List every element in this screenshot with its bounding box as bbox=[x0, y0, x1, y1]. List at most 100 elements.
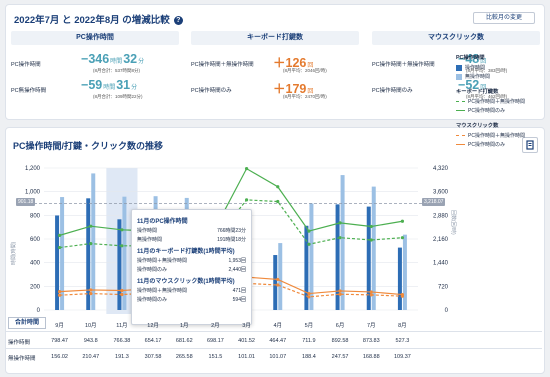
right-tick-label: 1,440 bbox=[433, 261, 449, 267]
series-point bbox=[307, 242, 311, 246]
legend-item[interactable]: 無操作時間 bbox=[456, 73, 536, 80]
left-tick-label: 1,000 bbox=[25, 190, 41, 196]
table-cell: 654.17 bbox=[144, 338, 162, 344]
table-divider bbox=[6, 331, 542, 332]
legend-group-title: マウスクリック数 bbox=[456, 123, 499, 129]
table-cell: 101.07 bbox=[269, 354, 287, 360]
legend-swatch bbox=[456, 101, 465, 102]
table-cell: 711.9 bbox=[302, 338, 316, 344]
total-time-tab[interactable]: 合計時間 bbox=[8, 317, 46, 329]
category-label: 7月 bbox=[366, 323, 376, 329]
tooltip-key: 操作時間＋無操作時間 bbox=[137, 258, 188, 264]
left-axis-title: 時間(時間) bbox=[11, 241, 17, 265]
bar-operation-time bbox=[397, 247, 402, 310]
series-point bbox=[369, 290, 373, 294]
table-cell: 265.58 bbox=[175, 354, 193, 360]
series-point bbox=[400, 219, 405, 223]
tooltip-value: 471回 bbox=[232, 288, 246, 294]
legend-item[interactable]: PC操作時間＋無操作時間 bbox=[456, 132, 536, 139]
series-point bbox=[338, 221, 342, 225]
table-cell: 892.58 bbox=[331, 338, 349, 344]
series-point bbox=[120, 292, 124, 297]
left-tick-label: 800 bbox=[30, 213, 41, 219]
series-point bbox=[276, 283, 280, 287]
category-label: 1月 bbox=[179, 323, 189, 329]
tooltip-value: 2,440回 bbox=[228, 267, 246, 273]
table-cell: 943.8 bbox=[83, 338, 98, 344]
series-point bbox=[57, 289, 62, 294]
tooltip-key: 操作時間のみ bbox=[137, 297, 168, 303]
tooltip-row: 操作時間＋無操作時間 1,953回 bbox=[137, 257, 246, 264]
right-tick-label: 0 bbox=[445, 308, 449, 314]
table-row-label: 操作時間 bbox=[8, 340, 31, 346]
left-tick-label: 0 bbox=[37, 308, 41, 314]
series-point bbox=[89, 242, 93, 246]
legend-swatch bbox=[456, 135, 465, 136]
legend-item[interactable]: PC操作時間のみ bbox=[456, 141, 536, 148]
legend-label: 無操作時間 bbox=[465, 74, 491, 80]
tooltip-value: 594回 bbox=[232, 297, 246, 303]
legend-item[interactable]: PC操作時間のみ bbox=[456, 107, 536, 114]
series-point bbox=[276, 277, 280, 282]
left-tick-label: 600 bbox=[30, 237, 41, 243]
series-point bbox=[244, 167, 249, 171]
category-label: 8月 bbox=[398, 323, 407, 329]
series-point bbox=[89, 224, 93, 228]
series-point bbox=[89, 291, 93, 296]
right-tick-label: 2,880 bbox=[433, 213, 449, 219]
table-cell: 210.47 bbox=[82, 354, 100, 360]
tooltip-value: 191時間18分 bbox=[217, 237, 246, 243]
tooltip-heading: 11月のキーボード打鍵数(1時間平均) bbox=[137, 249, 235, 255]
tooltip-value: 1,953回 bbox=[228, 258, 246, 264]
table-cell: 188.4 bbox=[302, 354, 316, 360]
category-label: 11月 bbox=[116, 323, 128, 329]
series-point bbox=[400, 236, 405, 240]
series-point bbox=[57, 233, 62, 237]
table-cell: 401.52 bbox=[238, 338, 255, 344]
bar-idle-time bbox=[122, 196, 127, 310]
table-cell: 168.88 bbox=[362, 354, 380, 360]
series-point bbox=[400, 292, 405, 297]
right-tick-label: 3,600 bbox=[433, 190, 449, 196]
category-label: 6月 bbox=[335, 323, 345, 329]
series-point bbox=[244, 198, 249, 202]
tooltip-heading: 11月のマウスクリック数(1時間平均) bbox=[137, 279, 235, 285]
series-point bbox=[338, 289, 342, 293]
legend-label: PC操作時間のみ bbox=[468, 142, 505, 148]
tooltip-row: 無操作時間 191時間18分 bbox=[137, 236, 246, 243]
left-tick-label: 400 bbox=[30, 261, 41, 267]
category-label: 10月 bbox=[84, 323, 97, 329]
legend-item[interactable]: PC操作時間＋無操作時間 bbox=[456, 98, 536, 105]
category-label: 9月 bbox=[55, 323, 64, 329]
tooltip-row: 操作時間 766時間23分 bbox=[137, 227, 246, 234]
tooltip: 11月のPC操作時間操作時間 766時間23分 無操作時間 191時間18分 11月のキ… bbox=[131, 209, 252, 325]
series-point bbox=[307, 229, 311, 233]
series-point bbox=[120, 244, 124, 248]
series-point bbox=[89, 288, 93, 292]
table-cell: 798.47 bbox=[51, 338, 68, 344]
series-point bbox=[57, 293, 62, 297]
series-point bbox=[276, 185, 280, 189]
legend-swatch bbox=[456, 64, 462, 71]
series-point bbox=[307, 291, 311, 296]
category-label: 2月 bbox=[211, 323, 220, 329]
table-cell: 464.47 bbox=[269, 338, 287, 344]
tooltip-key: 無操作時間 bbox=[137, 237, 163, 243]
tooltip-heading: 11月のPC操作時間 bbox=[137, 219, 188, 225]
series-point bbox=[338, 236, 342, 240]
tooltip-row: 操作時間のみ 2,440回 bbox=[137, 266, 246, 273]
right-tick-label: 2,160 bbox=[433, 237, 449, 243]
bar-idle-time bbox=[278, 243, 283, 310]
table-cell: 681.62 bbox=[175, 338, 193, 344]
table-cell: 873.83 bbox=[362, 338, 380, 344]
chart-legend: PC操作時間 操作時間 無操作時間 キーボード打鍵数 PC操作時間＋無操作時間 PC操作時… bbox=[456, 46, 536, 150]
legend-swatch bbox=[456, 144, 465, 145]
category-label: 4月 bbox=[273, 323, 283, 329]
tooltip-key: 操作時間のみ bbox=[137, 267, 168, 273]
series-point bbox=[120, 228, 124, 232]
table-cell: 247.57 bbox=[331, 354, 349, 360]
legend-item[interactable]: 操作時間 bbox=[456, 64, 536, 71]
legend-label: PC操作時間のみ bbox=[468, 108, 505, 114]
category-label: 5月 bbox=[304, 323, 314, 329]
table-cell: 151.5 bbox=[208, 354, 223, 360]
